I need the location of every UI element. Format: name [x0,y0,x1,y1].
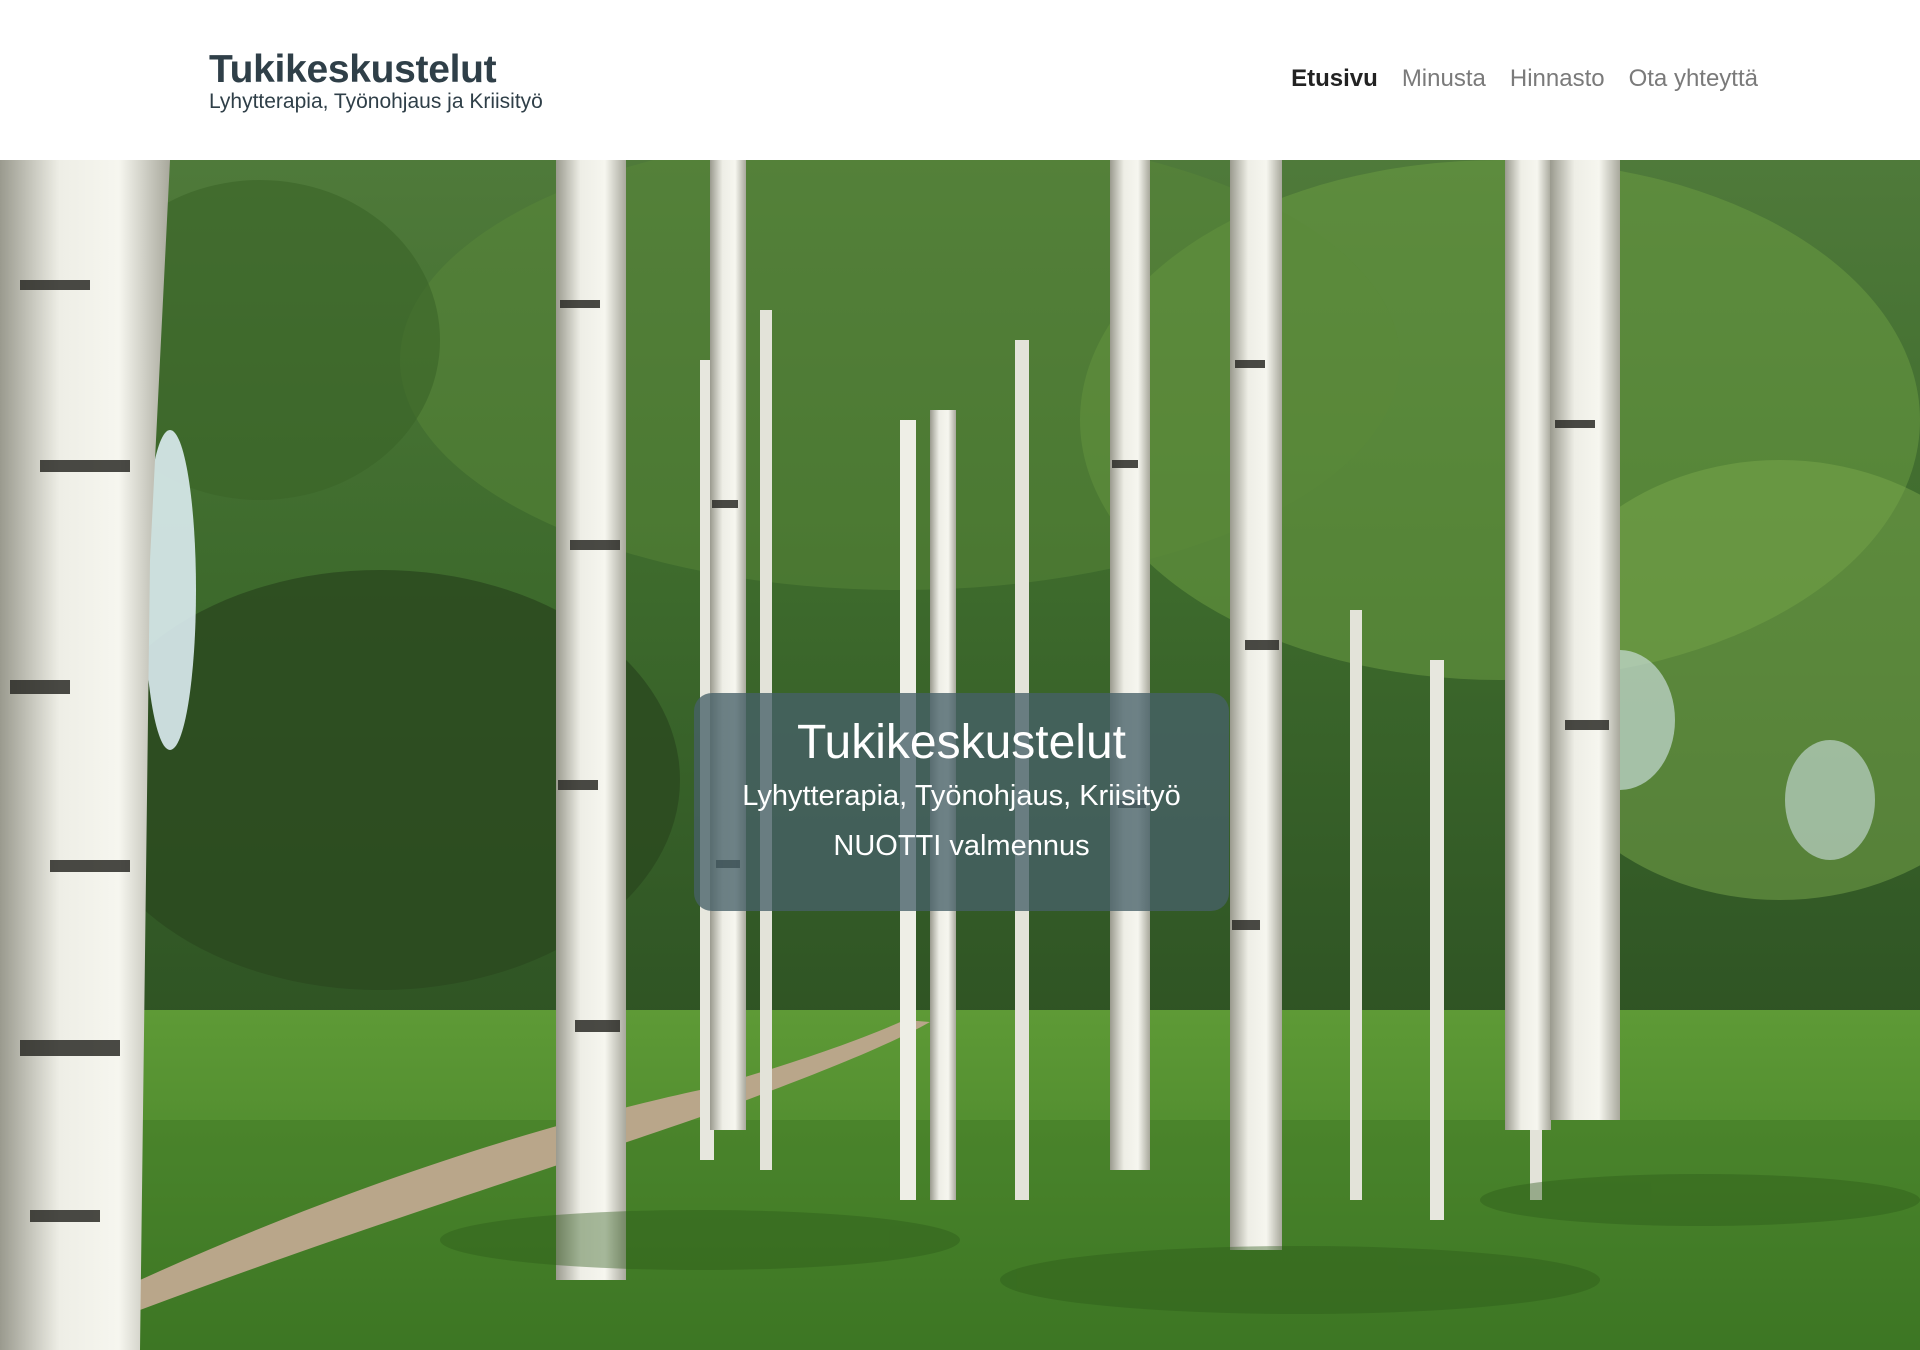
hero-services: Lyhytterapia, Työnohjaus, Kriisityö [742,780,1181,812]
nav-item-hinnasto[interactable]: Hinnasto [1510,64,1605,94]
site-header: Tukikeskustelut Lyhytterapia, Työnohjaus… [0,0,1920,160]
site-brand-link[interactable]: Tukikeskustelut Lyhytterapia, Työnohjaus… [209,50,543,114]
site-tagline: Lyhytterapia, Työnohjaus ja Kriisityö [209,90,543,113]
hero-caption-box: Tukikeskustelut Lyhytterapia, Työnohjaus… [694,693,1229,911]
hero-title: Tukikeskustelut [796,716,1126,769]
site-title: Tukikeskustelut [209,48,497,91]
nav-item-etusivu[interactable]: Etusivu [1291,64,1378,94]
hero-nuotti: NUOTTI valmennus [833,830,1090,862]
main-nav: Etusivu Minusta Hinnasto Ota yhteyttä [1291,64,1758,94]
nav-item-minusta[interactable]: Minusta [1402,64,1486,94]
hero-section: Tukikeskustelut Lyhytterapia, Työnohjaus… [0,160,1920,1350]
nav-item-ota-yhteytta[interactable]: Ota yhteyttä [1629,64,1758,94]
